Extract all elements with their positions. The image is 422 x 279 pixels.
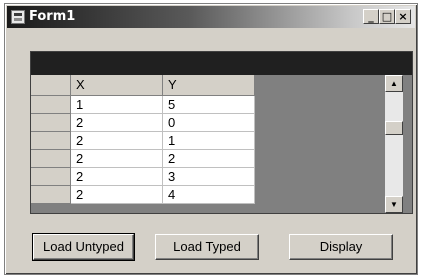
table-row[interactable]: 2 4 (31, 186, 255, 204)
grid-caption-bar (31, 52, 412, 75)
table-row[interactable]: 1 5 (31, 96, 255, 114)
scroll-down-button[interactable]: ▼ (385, 196, 403, 213)
cell-x[interactable]: 2 (71, 114, 163, 132)
row-header[interactable] (31, 186, 71, 204)
cell-y[interactable]: 1 (163, 132, 255, 150)
title-bar[interactable]: Form1 _ □ × (7, 6, 415, 28)
table-row[interactable]: 2 1 (31, 132, 255, 150)
row-header[interactable] (31, 150, 71, 168)
form-window: Form1 _ □ × X Y 1 5 2 0 2 1 2 2 2 3 2 4 … (4, 3, 418, 275)
cell-y[interactable]: 2 (163, 150, 255, 168)
cell-y[interactable]: 3 (163, 168, 255, 186)
table-row[interactable]: 2 0 (31, 114, 255, 132)
table-row[interactable]: 2 2 (31, 150, 255, 168)
maximize-button[interactable]: □ (379, 9, 395, 24)
column-header-x[interactable]: X (71, 75, 163, 96)
cell-x[interactable]: 2 (71, 186, 163, 204)
scroll-thumb[interactable] (385, 121, 403, 135)
row-header-corner[interactable] (31, 75, 71, 96)
cell-y[interactable]: 4 (163, 186, 255, 204)
row-header[interactable] (31, 114, 71, 132)
display-button[interactable]: Display (289, 234, 393, 260)
cell-x[interactable]: 2 (71, 132, 163, 150)
load-typed-button[interactable]: Load Typed (155, 234, 259, 260)
row-header[interactable] (31, 96, 71, 114)
vertical-scrollbar[interactable]: ▲ ▼ (385, 75, 403, 213)
load-untyped-button[interactable]: Load Untyped (32, 233, 135, 261)
cell-x[interactable]: 1 (71, 96, 163, 114)
form-icon[interactable] (11, 10, 25, 24)
scroll-up-button[interactable]: ▲ (385, 75, 403, 92)
window-title: Form1 (29, 9, 76, 24)
column-header-y[interactable]: Y (163, 75, 255, 96)
row-header[interactable] (31, 132, 71, 150)
cell-x[interactable]: 2 (71, 150, 163, 168)
grid-header-row: X Y (31, 75, 255, 96)
row-header[interactable] (31, 168, 71, 186)
grid-rows: 1 5 2 0 2 1 2 2 2 3 2 4 (31, 96, 255, 204)
data-grid[interactable]: X Y 1 5 2 0 2 1 2 2 2 3 2 4 ▲ ▼ (30, 51, 413, 214)
cell-y[interactable]: 0 (163, 114, 255, 132)
table-row[interactable]: 2 3 (31, 168, 255, 186)
close-button[interactable]: × (395, 9, 411, 24)
cell-y[interactable]: 5 (163, 96, 255, 114)
minimize-button[interactable]: _ (363, 9, 379, 24)
cell-x[interactable]: 2 (71, 168, 163, 186)
